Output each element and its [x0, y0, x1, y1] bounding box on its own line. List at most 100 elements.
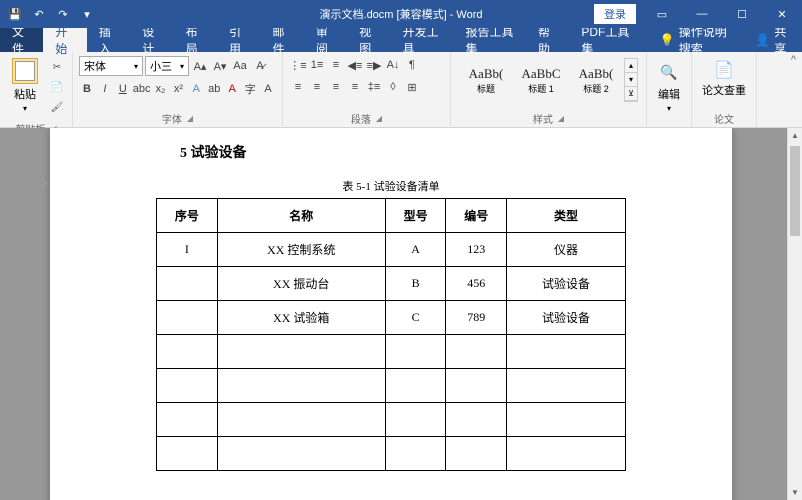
table-cell[interactable] — [385, 403, 446, 437]
phonetic-icon[interactable]: 字 — [242, 80, 258, 98]
borders-icon[interactable]: ⊞ — [403, 78, 421, 96]
grow-font-icon[interactable]: A▴ — [191, 57, 209, 75]
text-effects-icon[interactable]: A — [188, 80, 204, 98]
table-cell[interactable]: 789 — [446, 301, 507, 335]
table-cell[interactable]: B — [385, 267, 446, 301]
align-center-icon[interactable]: ≡ — [308, 78, 326, 96]
table-cell[interactable] — [385, 369, 446, 403]
paragraph-launcher-icon[interactable]: ◢ — [376, 114, 382, 123]
collapse-ribbon-icon[interactable]: ^ — [785, 52, 802, 127]
table-cell[interactable]: 试验设备 — [507, 267, 626, 301]
strikethrough-icon[interactable]: abc — [133, 80, 151, 98]
find-icon[interactable]: 🔍 — [657, 60, 681, 84]
table-cell[interactable]: 123 — [446, 233, 507, 267]
increase-indent-icon[interactable]: ≡▶ — [365, 56, 383, 74]
table-cell[interactable] — [157, 403, 218, 437]
scroll-up-icon[interactable]: ▲ — [788, 128, 802, 143]
bold-icon[interactable]: B — [79, 80, 95, 98]
qat-dropdown-icon[interactable]: ▾ — [76, 3, 98, 25]
share-button[interactable]: 👤 共享 — [743, 28, 802, 52]
style-item[interactable]: AaBb(标题 2 — [569, 58, 623, 102]
table-header-cell[interactable]: 编号 — [446, 199, 507, 233]
table-anchor-icon[interactable]: ✥ — [38, 176, 48, 190]
bullets-icon[interactable]: ⋮≡ — [289, 56, 307, 74]
minimize-icon[interactable]: ― — [682, 0, 722, 28]
table-cell[interactable] — [385, 437, 446, 471]
table-cell[interactable] — [157, 301, 218, 335]
table-cell[interactable] — [157, 437, 218, 471]
table-cell[interactable] — [157, 267, 218, 301]
font-launcher-icon[interactable]: ◢ — [187, 114, 193, 123]
tab-review[interactable]: 审阅 — [304, 28, 347, 52]
sort-icon[interactable]: A↓ — [384, 56, 402, 74]
table-cell[interactable]: XX 控制系统 — [217, 233, 385, 267]
font-name-select[interactable]: 宋体▾ — [79, 56, 143, 76]
italic-icon[interactable]: I — [97, 80, 113, 98]
table-cell[interactable] — [507, 369, 626, 403]
tab-file[interactable]: 文件 — [0, 28, 43, 52]
table-cell[interactable]: 仪器 — [507, 233, 626, 267]
style-item[interactable]: AaBbC标题 1 — [514, 58, 568, 102]
shrink-font-icon[interactable]: A▾ — [211, 57, 229, 75]
table-cell[interactable]: 456 — [446, 267, 507, 301]
save-icon[interactable]: 💾 — [4, 3, 26, 25]
tab-developer[interactable]: 开发工具 — [391, 28, 454, 52]
login-button[interactable]: 登录 — [594, 4, 636, 24]
table-cell[interactable]: C — [385, 301, 446, 335]
tab-insert[interactable]: 插入 — [87, 28, 130, 52]
table-cell[interactable] — [157, 369, 218, 403]
line-spacing-icon[interactable]: ‡≡ — [365, 78, 383, 96]
format-painter-icon[interactable]: 🖌 — [48, 98, 66, 116]
tab-view[interactable]: 视图 — [347, 28, 390, 52]
close-icon[interactable]: ✕ — [762, 0, 802, 28]
char-border-icon[interactable]: A — [260, 80, 276, 98]
decrease-indent-icon[interactable]: ◀≡ — [346, 56, 364, 74]
tab-pdf-tools[interactable]: PDF工具集 — [569, 28, 641, 52]
table-cell[interactable] — [385, 335, 446, 369]
tab-design[interactable]: 设计 — [130, 28, 173, 52]
maximize-icon[interactable]: ☐ — [722, 0, 762, 28]
show-marks-icon[interactable]: ¶ — [403, 56, 421, 74]
tab-mailings[interactable]: 邮件 — [260, 28, 303, 52]
redo-icon[interactable]: ↷ — [52, 3, 74, 25]
multilevel-icon[interactable]: ≡ — [327, 56, 345, 74]
align-right-icon[interactable]: ≡ — [327, 78, 345, 96]
table-cell[interactable] — [507, 403, 626, 437]
vertical-scrollbar[interactable]: ▲ ▼ — [787, 128, 802, 500]
font-size-select[interactable]: 小三▾ — [145, 56, 189, 76]
table-cell[interactable]: I — [157, 233, 218, 267]
underline-icon[interactable]: U — [115, 80, 131, 98]
ribbon-options-icon[interactable]: ▭ — [642, 0, 682, 28]
section-heading[interactable]: 5 试验设备 — [180, 142, 642, 162]
tab-references[interactable]: 引用 — [217, 28, 260, 52]
table-cell[interactable] — [446, 335, 507, 369]
table-cell[interactable]: 试验设备 — [507, 301, 626, 335]
justify-icon[interactable]: ≡ — [346, 78, 364, 96]
align-left-icon[interactable]: ≡ — [289, 78, 307, 96]
paste-button[interactable]: 粘贴 ▾ — [4, 54, 46, 120]
superscript-icon[interactable]: x² — [170, 80, 186, 98]
table-cell[interactable] — [507, 437, 626, 471]
change-case-icon[interactable]: Aa — [231, 57, 249, 75]
table-cell[interactable] — [446, 403, 507, 437]
table-cell[interactable] — [446, 369, 507, 403]
tab-home[interactable]: 开始 — [43, 28, 86, 52]
tell-me-search[interactable]: 💡 操作说明搜索 — [650, 28, 744, 52]
table-header-cell[interactable]: 类型 — [507, 199, 626, 233]
table-cell[interactable]: XX 试验箱 — [217, 301, 385, 335]
table-cell[interactable]: XX 振动台 — [217, 267, 385, 301]
equipment-table[interactable]: 序号名称型号编号类型 IXX 控制系统A123仪器XX 振动台B456试验设备X… — [156, 198, 626, 471]
table-header-cell[interactable]: 型号 — [385, 199, 446, 233]
table-cell[interactable]: A — [385, 233, 446, 267]
tab-report-tools[interactable]: 报告工具集 — [453, 28, 525, 52]
highlight-icon[interactable]: ab — [206, 80, 222, 98]
style-item[interactable]: AaBb(标题 — [459, 58, 513, 102]
table-caption[interactable]: 表 5-1 试验设备清单 — [140, 178, 642, 194]
numbering-icon[interactable]: 1≡ — [308, 56, 326, 74]
document-area[interactable]: 5 试验设备 表 5-1 试验设备清单 序号名称型号编号类型 IXX 控制系统A… — [0, 128, 787, 500]
copy-icon[interactable]: 📄 — [48, 78, 66, 96]
subscript-icon[interactable]: x₂ — [153, 80, 169, 98]
scroll-down-icon[interactable]: ▼ — [788, 485, 802, 500]
tab-help[interactable]: 帮助 — [526, 28, 569, 52]
shading-icon[interactable]: ◊ — [384, 78, 402, 96]
